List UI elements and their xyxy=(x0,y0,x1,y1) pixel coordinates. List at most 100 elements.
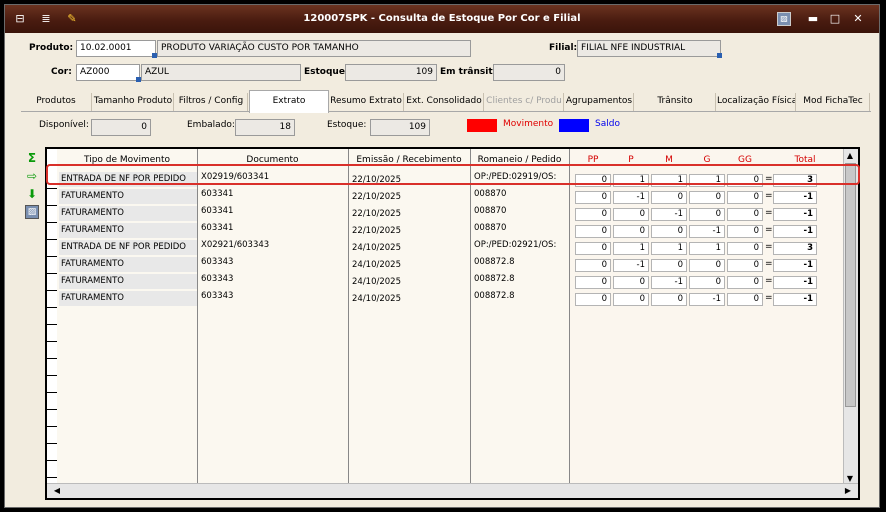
tipo-movimento-cell[interactable]: FATURAMENTO xyxy=(59,291,197,306)
romaneio-cell[interactable]: 008870 xyxy=(474,221,568,236)
size-m-cell[interactable]: -1 xyxy=(651,276,687,289)
emissao-cell[interactable]: 24/10/2025 xyxy=(352,292,467,307)
cor-code-field[interactable]: AZ000 xyxy=(76,64,140,81)
documento-cell[interactable]: 603341 xyxy=(201,221,345,236)
filial-lookup-icon[interactable] xyxy=(717,53,722,58)
size-gg-cell[interactable]: 0 xyxy=(727,276,763,289)
size-p-cell[interactable]: -1 xyxy=(613,259,649,272)
documento-cell[interactable]: 603343 xyxy=(201,289,345,304)
romaneio-cell[interactable]: 008872.8 xyxy=(474,289,568,304)
total-cell[interactable]: -1 xyxy=(773,208,817,221)
export-icon[interactable]: ⇨ xyxy=(25,169,39,183)
total-cell[interactable]: -1 xyxy=(773,276,817,289)
size-g-cell[interactable]: 0 xyxy=(689,259,725,272)
row-header-cell[interactable] xyxy=(47,392,57,410)
tipo-movimento-cell[interactable]: FATURAMENTO xyxy=(59,189,197,204)
size-m-cell[interactable]: 0 xyxy=(651,293,687,306)
size-p-cell[interactable]: 1 xyxy=(613,242,649,255)
tab-filtros-config[interactable]: Filtros / Config xyxy=(175,93,248,111)
size-pp-cell[interactable]: 0 xyxy=(575,208,611,221)
row-header-cell[interactable] xyxy=(47,341,57,359)
total-cell[interactable]: -1 xyxy=(773,225,817,238)
size-pp-cell[interactable]: 0 xyxy=(575,276,611,289)
size-gg-cell[interactable]: 0 xyxy=(727,191,763,204)
row-header-cell[interactable] xyxy=(47,239,57,257)
scroll-left-icon[interactable]: ◀ xyxy=(51,485,63,497)
row-header-cell[interactable] xyxy=(47,205,57,223)
emissao-cell[interactable]: 22/10/2025 xyxy=(352,207,467,222)
maximize-button[interactable]: □ xyxy=(827,12,843,26)
tipo-movimento-cell[interactable]: FATURAMENTO xyxy=(59,257,197,272)
size-gg-cell[interactable]: 0 xyxy=(727,293,763,306)
scroll-right-icon[interactable]: ▶ xyxy=(842,485,854,497)
documento-cell[interactable]: 603341 xyxy=(201,204,345,219)
extrato-grid[interactable]: Tipo de Movimento Documento Emissão / Re… xyxy=(45,147,860,500)
size-m-cell[interactable]: 1 xyxy=(651,242,687,255)
row-header-cell[interactable] xyxy=(47,307,57,325)
size-pp-cell[interactable]: 0 xyxy=(575,191,611,204)
size-m-cell[interactable]: 0 xyxy=(651,191,687,204)
vertical-scrollbar[interactable]: ▲ ▼ xyxy=(843,149,858,486)
size-m-cell[interactable]: 0 xyxy=(651,225,687,238)
row-header-cell[interactable] xyxy=(47,273,57,291)
romaneio-cell[interactable]: 008872.8 xyxy=(474,272,568,287)
size-gg-cell[interactable]: 0 xyxy=(727,242,763,255)
produto-code-field[interactable]: 10.02.0001 xyxy=(76,40,156,57)
romaneio-cell[interactable]: OP:/PED:02921/OS: xyxy=(474,238,568,253)
romaneio-cell[interactable]: 008872.8 xyxy=(474,255,568,270)
size-g-cell[interactable]: 0 xyxy=(689,208,725,221)
size-gg-cell[interactable]: 0 xyxy=(727,208,763,221)
size-pp-cell[interactable]: 0 xyxy=(575,225,611,238)
size-m-cell[interactable]: -1 xyxy=(651,208,687,221)
total-cell[interactable]: 3 xyxy=(773,242,817,255)
total-cell[interactable]: -1 xyxy=(773,191,817,204)
romaneio-cell[interactable]: 008870 xyxy=(474,187,568,202)
size-gg-cell[interactable]: 0 xyxy=(727,225,763,238)
emissao-cell[interactable]: 24/10/2025 xyxy=(352,241,467,256)
documento-cell[interactable]: X02921/603343 xyxy=(201,238,345,253)
tab-transito[interactable]: Trânsito xyxy=(635,93,716,111)
row-header-cell[interactable] xyxy=(47,375,57,393)
tipo-movimento-cell[interactable]: FATURAMENTO xyxy=(59,274,197,289)
tab-mod-fichatec[interactable]: Mod FichaTec xyxy=(797,93,870,111)
tipo-movimento-cell[interactable]: FATURAMENTO xyxy=(59,223,197,238)
emissao-cell[interactable]: 24/10/2025 xyxy=(352,258,467,273)
download-icon[interactable]: ⬇ xyxy=(25,187,39,201)
tab-localizacao-fisica[interactable]: Localização Física xyxy=(717,93,796,111)
close-button[interactable]: ✕ xyxy=(850,12,866,26)
row-header-cell[interactable] xyxy=(47,188,57,206)
size-p-cell[interactable]: 0 xyxy=(613,225,649,238)
filial-field[interactable]: FILIAL NFE INDUSTRIAL xyxy=(577,40,721,57)
size-g-cell[interactable]: -1 xyxy=(689,293,725,306)
tab-produtos[interactable]: Produtos xyxy=(21,93,92,111)
horizontal-scrollbar[interactable]: ◀ ▶ xyxy=(47,483,858,498)
size-g-cell[interactable]: -1 xyxy=(689,225,725,238)
row-header-cell[interactable] xyxy=(47,256,57,274)
size-g-cell[interactable]: 0 xyxy=(689,191,725,204)
picture-icon[interactable]: ▨ xyxy=(777,12,791,26)
emissao-cell[interactable]: 22/10/2025 xyxy=(352,190,467,205)
size-p-cell[interactable]: -1 xyxy=(613,191,649,204)
tab-extrato[interactable]: Extrato xyxy=(249,90,329,113)
row-header-cell[interactable] xyxy=(47,443,57,461)
row-header-cell[interactable] xyxy=(47,460,57,478)
size-p-cell[interactable]: 0 xyxy=(613,208,649,221)
row-header-cell[interactable] xyxy=(47,290,57,308)
row-header-cell[interactable] xyxy=(47,426,57,444)
scroll-up-icon[interactable]: ▲ xyxy=(844,150,856,162)
row-header-cell[interactable] xyxy=(47,358,57,376)
tab-tamanho-produto[interactable]: Tamanho Produto xyxy=(93,93,174,111)
size-pp-cell[interactable]: 0 xyxy=(575,293,611,306)
emissao-cell[interactable]: 24/10/2025 xyxy=(352,275,467,290)
documento-cell[interactable]: 603343 xyxy=(201,272,345,287)
tab-ext-consolidado[interactable]: Ext. Consolidado xyxy=(405,93,484,111)
row-header-cell[interactable] xyxy=(47,222,57,240)
tipo-movimento-cell[interactable]: ENTRADA DE NF POR PEDIDO xyxy=(59,240,197,255)
vertical-scroll-thumb[interactable] xyxy=(845,163,856,407)
image-icon[interactable]: ▨ xyxy=(25,205,39,219)
size-pp-cell[interactable]: 0 xyxy=(575,242,611,255)
row-header-cell[interactable] xyxy=(47,324,57,342)
tab-resumo-extrato[interactable]: Resumo Extrato xyxy=(329,93,404,111)
documento-cell[interactable]: 603341 xyxy=(201,187,345,202)
total-cell[interactable]: -1 xyxy=(773,293,817,306)
